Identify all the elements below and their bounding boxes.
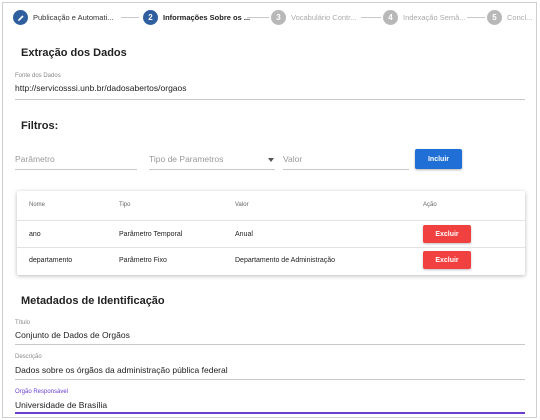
step-2[interactable]: 2 Informações Sobre os ... (143, 10, 250, 25)
step-4-label: Indexação Semâ... (403, 13, 466, 22)
parametro-underline (15, 169, 137, 170)
step-1-label: Publicação e Automati... (33, 13, 114, 22)
chevron-down-icon[interactable] (268, 158, 274, 162)
step-5-label: Concl... (507, 13, 533, 22)
step-1[interactable]: Publicação e Automati... (13, 10, 113, 25)
excluir-button[interactable]: Excluir (423, 251, 471, 269)
orgao-label: Orgão Responsável (15, 389, 69, 395)
column-header-valor: Valor (235, 202, 249, 208)
cell-valor: Departamento de Administração (235, 257, 335, 264)
step-2-number: 2 (143, 10, 158, 25)
column-header-acao: Ação (423, 202, 437, 208)
titulo-label: Título (15, 320, 31, 326)
form-window: Publicação e Automati... 2 Informações S… (2, 2, 537, 418)
cell-nome: ano (29, 231, 41, 238)
step-3-number: 3 (271, 10, 286, 25)
step-connector (247, 17, 269, 18)
cell-tipo: Parâmetro Temporal (119, 231, 183, 238)
step-4-number: 4 (383, 10, 398, 25)
descricao-label: Descrição (15, 354, 42, 360)
parametros-table: Nome Tipo Valor Ação ano Parâmetro Tempo… (17, 191, 525, 275)
fonte-underline (15, 99, 525, 100)
step-connector (467, 17, 485, 18)
column-header-nome: Nome (29, 202, 46, 208)
step-3-label: Vocabulário Contr... (291, 13, 357, 22)
filtros-title: Filtros: (21, 120, 59, 132)
pencil-icon (13, 10, 28, 25)
row-divider (17, 220, 525, 221)
orgao-field[interactable]: Universidade de Brasília (15, 400, 107, 410)
row-divider (17, 247, 525, 248)
parametro-input[interactable]: Parâmetro (15, 154, 55, 164)
cell-nome: departamento (29, 257, 73, 264)
step-connector (121, 17, 139, 18)
step-3[interactable]: 3 Vocabulário Contr... (271, 10, 356, 25)
cell-tipo: Parâmetro Fixo (119, 257, 167, 264)
fonte-label: Fonte dos Dados (15, 73, 61, 79)
step-5[interactable]: 5 Concl... (487, 10, 532, 25)
step-connector (361, 17, 381, 18)
descricao-underline (15, 379, 525, 380)
tipo-parametros-select[interactable]: Tipo de Parametros (149, 154, 223, 164)
stepper: Publicação e Automati... 2 Informações S… (3, 3, 536, 35)
extracao-title: Extração dos Dados (21, 47, 127, 59)
cell-valor: Anual (235, 231, 253, 238)
orgao-underline (15, 412, 525, 414)
titulo-underline (15, 344, 525, 345)
valor-underline (283, 169, 409, 170)
valor-input[interactable]: Valor (283, 154, 302, 164)
titulo-field[interactable]: Conjunto de Dados de Orgãos (15, 330, 130, 340)
tipo-underline (149, 169, 275, 170)
step-2-label: Informações Sobre os ... (163, 13, 251, 22)
step-5-number: 5 (487, 10, 502, 25)
excluir-button[interactable]: Excluir (423, 225, 471, 243)
incluir-button[interactable]: Incluir (415, 149, 462, 169)
descricao-field[interactable]: Dados sobre os órgãos da administração p… (15, 365, 228, 375)
column-header-tipo: Tipo (119, 202, 131, 208)
metadados-title: Metadados de Identificação (21, 295, 165, 307)
step-4[interactable]: 4 Indexação Semâ... (383, 10, 466, 25)
fonte-field[interactable]: http://servicosssi.unb.br/dadosabertos/o… (15, 83, 187, 93)
